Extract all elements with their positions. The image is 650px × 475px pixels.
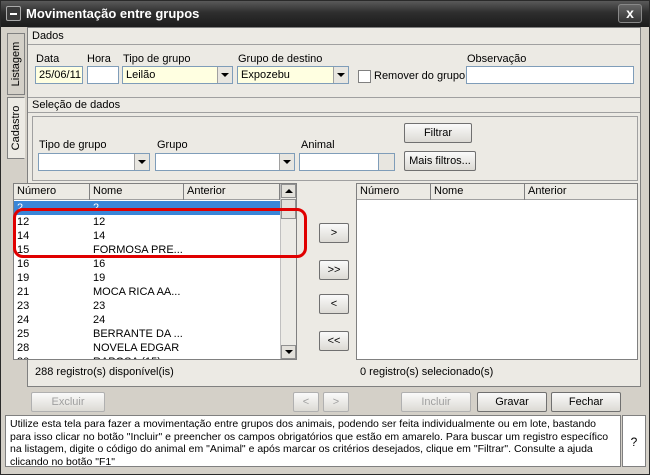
excluir-button[interactable]: Excluir — [31, 392, 105, 412]
grupo-destino-select[interactable]: Expozebu — [237, 66, 349, 84]
filtro-grupo-select[interactable] — [155, 153, 295, 171]
section-dados: Dados — [28, 29, 640, 45]
tab-listagem[interactable]: Listagem — [7, 33, 25, 95]
cell-nome: 24 — [93, 314, 106, 326]
back-one-button[interactable]: < — [319, 294, 349, 314]
table-row[interactable]: 25 BERRANTE DA ... — [14, 327, 280, 341]
remover-checkbox[interactable] — [358, 70, 371, 83]
section-selecao: Seleção de dados — [28, 97, 640, 113]
help-button[interactable]: ? — [622, 415, 646, 467]
table-row[interactable]: 24 24 — [14, 313, 280, 327]
tab-listagem-label: Listagem — [10, 41, 22, 87]
cell-numero: 23 — [17, 300, 30, 312]
cell-numero: 25 — [17, 328, 30, 340]
fechar-button[interactable]: Fechar — [551, 392, 621, 412]
mais-filtros-button[interactable]: Mais filtros... — [404, 151, 476, 171]
chevron-down-icon[interactable] — [134, 154, 149, 170]
filter-panel: Tipo de grupo Grupo Animal Filtrar Mais … — [32, 116, 638, 181]
selected-status: 0 registro(s) selecionado(s) — [360, 366, 494, 378]
sel-col-numero[interactable]: Número — [357, 184, 431, 200]
cell-nome: 19 — [93, 272, 106, 284]
tab-cadastro-label: Cadastro — [10, 105, 22, 151]
action-bar: Excluir < > Incluir Gravar Fechar — [5, 389, 645, 415]
next-record-button[interactable]: > — [323, 392, 349, 412]
cell-nome: MOCA RICA AA... — [93, 286, 181, 298]
prev-record-button[interactable]: < — [293, 392, 319, 412]
cell-nome: 23 — [93, 300, 106, 312]
table-row[interactable]: 28 NOVELA EDGAR — [14, 341, 280, 355]
cell-numero: 21 — [17, 286, 30, 298]
hora-label: Hora — [87, 53, 111, 65]
table-row[interactable]: 16 16 — [14, 257, 280, 271]
gravar-button[interactable]: Gravar — [477, 392, 547, 412]
tipo-grupo-label: Tipo de grupo — [123, 53, 191, 65]
cell-nome: BERRANTE DA ... — [93, 328, 183, 340]
move-one-button[interactable]: > — [319, 223, 349, 243]
selected-grid-header: Número Nome Anterior — [357, 184, 637, 200]
cell-numero: 19 — [17, 272, 30, 284]
data-field[interactable]: 25/06/11 — [35, 66, 83, 84]
table-row[interactable]: 21 MOCA RICA AA... — [14, 285, 280, 299]
sel-col-nome[interactable]: Nome — [431, 184, 525, 200]
table-row[interactable]: 30 RAPOSA (15) — [14, 355, 280, 359]
move-all-button[interactable]: >> — [319, 260, 349, 280]
hora-field[interactable] — [87, 66, 119, 84]
app-window: Movimentação entre grupos x Listagem Cad… — [0, 0, 650, 475]
close-button[interactable]: x — [618, 4, 642, 23]
selected-grid[interactable]: Número Nome Anterior — [356, 183, 638, 360]
available-grid-header: Número Nome Anterior — [14, 184, 280, 200]
animal-lookup-button[interactable] — [378, 153, 395, 171]
col-anterior[interactable]: Anterior — [184, 184, 280, 200]
chevron-down-icon[interactable] — [217, 67, 232, 83]
help-text: Utilize esta tela para fazer a movimenta… — [5, 415, 621, 467]
observacao-field[interactable] — [466, 66, 634, 84]
cell-numero: 28 — [17, 342, 30, 354]
chevron-down-icon[interactable] — [279, 154, 294, 170]
cell-numero: 16 — [17, 258, 30, 270]
scroll-up-icon[interactable] — [281, 184, 296, 198]
chevron-down-icon[interactable] — [333, 67, 348, 83]
table-row[interactable]: 23 23 — [14, 299, 280, 313]
filtro-grupo-label: Grupo — [157, 139, 188, 151]
filtro-animal-label: Animal — [301, 139, 335, 151]
filtrar-button[interactable]: Filtrar — [404, 123, 472, 143]
cell-numero: 30 — [17, 355, 29, 359]
cell-nome: RAPOSA (15) — [93, 355, 161, 359]
data-label: Data — [36, 53, 60, 65]
col-nome[interactable]: Nome — [90, 184, 184, 200]
back-all-button[interactable]: << — [319, 331, 349, 351]
tipo-grupo-select[interactable]: Leilão — [122, 66, 233, 84]
grupo-destino-value: Expozebu — [241, 69, 290, 81]
window-title: Movimentação entre grupos — [26, 6, 200, 21]
highlight-annotation — [13, 208, 307, 258]
window-menu-icon[interactable] — [6, 6, 21, 21]
filtro-animal-field[interactable] — [299, 153, 379, 171]
cell-nome: NOVELA EDGAR — [93, 342, 180, 354]
available-status: 288 registro(s) disponível(is) — [35, 366, 174, 378]
filtro-tipo-grupo-select[interactable] — [38, 153, 150, 171]
filtro-tipo-grupo-label: Tipo de grupo — [39, 139, 107, 151]
cell-nome: 16 — [93, 258, 106, 270]
tab-cadastro[interactable]: Cadastro — [7, 97, 25, 159]
title-bar: Movimentação entre grupos x — [1, 1, 649, 27]
remover-label: Remover do grupo — [374, 70, 466, 82]
window-body: Listagem Cadastro Dados Data 25/06/11 Ho… — [1, 27, 649, 474]
tipo-grupo-value: Leilão — [126, 69, 156, 81]
cell-numero: 24 — [17, 314, 30, 326]
grupo-destino-label: Grupo de destino — [238, 53, 323, 65]
sel-col-anterior[interactable]: Anterior — [525, 184, 637, 200]
table-row[interactable]: 19 19 — [14, 271, 280, 285]
incluir-button[interactable]: Incluir — [401, 392, 471, 412]
col-numero[interactable]: Número — [14, 184, 90, 200]
scroll-down-icon[interactable] — [281, 345, 296, 359]
observacao-label: Observação — [467, 53, 527, 65]
